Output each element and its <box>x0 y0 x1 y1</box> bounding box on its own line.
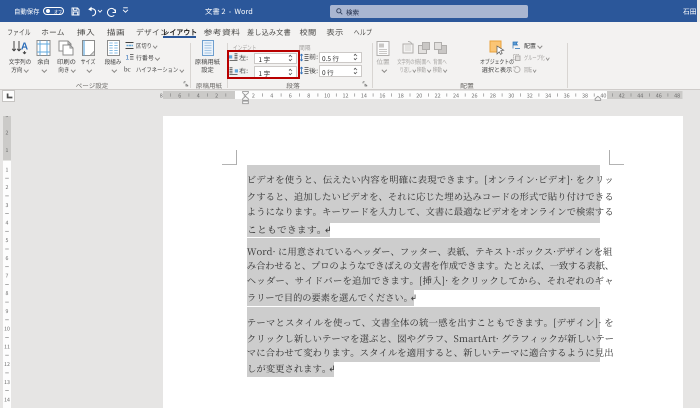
svg-text:A: A <box>21 42 28 53</box>
svg-text:7: 7 <box>6 272 9 279</box>
svg-text:1: 1 <box>126 55 130 62</box>
svg-text:2: 2 <box>6 129 9 136</box>
svg-text:1: 1 <box>6 166 9 173</box>
svg-text:2: 2 <box>6 184 9 191</box>
svg-text:bc: bc <box>124 66 131 74</box>
svg-text:1: 1 <box>6 147 9 154</box>
svg-text:12: 12 <box>4 361 10 368</box>
svg-text:3: 3 <box>6 201 9 208</box>
svg-text:5: 5 <box>6 237 9 244</box>
svg-text:11: 11 <box>4 343 10 350</box>
svg-text:6: 6 <box>6 254 9 261</box>
svg-text:14: 14 <box>4 396 10 403</box>
svg-text:10: 10 <box>4 325 10 332</box>
svg-text:3: 3 <box>6 116 9 119</box>
svg-text:9: 9 <box>6 307 9 314</box>
svg-text:8: 8 <box>6 290 9 297</box>
svg-text:13: 13 <box>4 378 10 385</box>
svg-text:4: 4 <box>6 219 9 226</box>
